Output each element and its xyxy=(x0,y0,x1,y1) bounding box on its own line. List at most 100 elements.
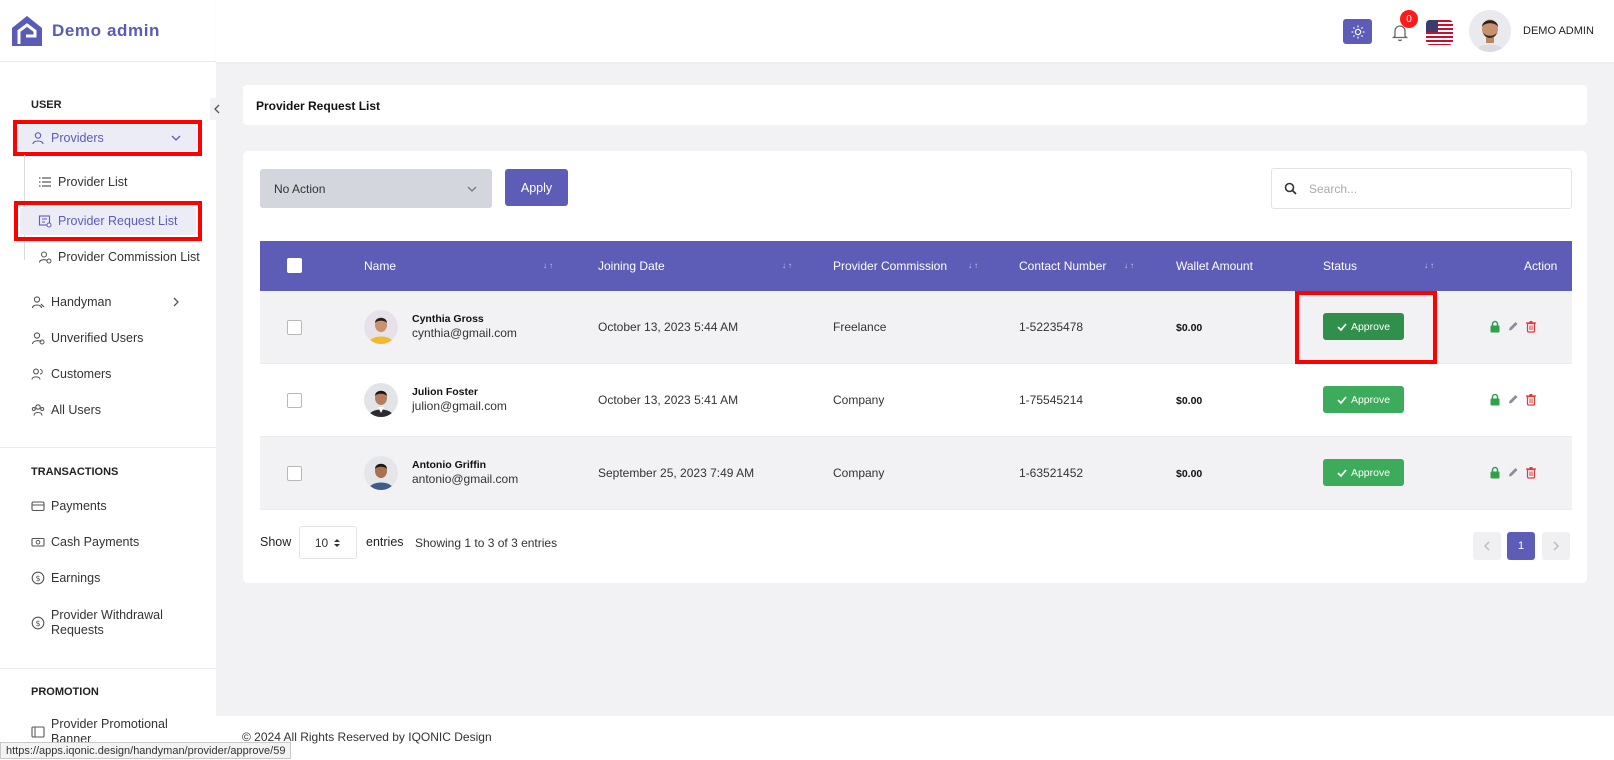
highlight-box-approve xyxy=(1295,291,1437,364)
unverified-user-icon xyxy=(31,332,45,345)
row-checkbox[interactable] xyxy=(287,466,302,481)
check-icon xyxy=(1337,395,1347,404)
avatar[interactable] xyxy=(1469,10,1511,52)
sidebar-item-cash-payments[interactable]: Cash Payments xyxy=(31,535,139,549)
table-info: Showing 1 to 3 of 3 entries xyxy=(415,536,558,550)
sidebar-item-provider-list[interactable]: Provider List xyxy=(38,175,127,189)
sidebar-item-earnings[interactable]: $ Earnings xyxy=(31,571,100,585)
row-checkbox[interactable] xyxy=(287,320,302,335)
entries-label: entries xyxy=(366,535,404,549)
check-icon xyxy=(1337,468,1347,477)
provider-email: cynthia@gmail.com xyxy=(412,326,517,340)
table-header: Name ↓↑ Joining Date ↓↑ Provider Commiss… xyxy=(260,241,1572,291)
section-user: USER xyxy=(31,99,62,111)
notification-badge: 0 xyxy=(1400,10,1418,28)
chevron-right-icon[interactable] xyxy=(170,296,182,308)
brand-name: Demo admin xyxy=(52,20,161,40)
row-actions xyxy=(1489,466,1537,479)
delete-icon[interactable] xyxy=(1525,393,1537,406)
dollar-circle-icon: $ xyxy=(31,616,45,630)
select-all-checkbox[interactable] xyxy=(287,258,302,273)
search-box[interactable] xyxy=(1271,168,1572,209)
edit-icon[interactable] xyxy=(1507,320,1519,333)
sidebar-item-label: Handyman xyxy=(51,295,112,309)
chevron-left-icon xyxy=(214,104,220,114)
table-row: Antonio Griffin antonio@gmail.com Septem… xyxy=(260,437,1572,510)
bulk-action-value: No Action xyxy=(274,181,326,196)
row-actions xyxy=(1489,320,1537,333)
apply-button[interactable]: Apply xyxy=(505,169,568,206)
wallet-amount: $0.00 xyxy=(1176,395,1203,407)
sidebar-collapse-button[interactable] xyxy=(210,98,224,120)
sidebar-item-handyman[interactable]: Handyman xyxy=(31,295,111,309)
sidebar-item-payments[interactable]: Payments xyxy=(31,499,107,513)
edit-icon[interactable] xyxy=(1507,393,1519,406)
commission-icon xyxy=(38,251,52,264)
sidebar-item-all-users[interactable]: All Users xyxy=(31,403,101,417)
approve-button[interactable]: Approve xyxy=(1323,386,1404,413)
chevron-down-icon xyxy=(467,186,477,192)
column-header-contact[interactable]: Contact Number xyxy=(1019,259,1106,273)
sidebar-item-unverified-users[interactable]: Unverified Users xyxy=(31,331,143,345)
column-header-joining-date[interactable]: Joining Date xyxy=(598,259,665,273)
user-name[interactable]: DEMO ADMIN xyxy=(1523,25,1594,37)
sun-icon xyxy=(1351,25,1364,38)
joining-date: October 13, 2023 5:44 AM xyxy=(598,320,739,334)
sort-icon[interactable]: ↓↑ xyxy=(1124,261,1136,270)
pagination-prev-button[interactable] xyxy=(1473,532,1501,560)
approve-label: Approve xyxy=(1350,466,1391,479)
approve-button[interactable]: Approve xyxy=(1323,459,1404,486)
highlight-box-providers xyxy=(13,120,202,156)
sidebar-item-label: Unverified Users xyxy=(51,331,144,345)
avatar xyxy=(364,383,398,417)
sidebar-item-label: Cash Payments xyxy=(51,535,140,549)
highlight-box-request-list xyxy=(14,201,202,241)
sidebar-item-label: Provider Commission List xyxy=(58,250,200,264)
delete-icon[interactable] xyxy=(1525,320,1537,333)
page-footer: © 2024 All Rights Reserved by IQONIC Des… xyxy=(216,716,1614,760)
user-avatar-icon xyxy=(364,383,398,417)
card-icon xyxy=(31,501,45,512)
customers-icon xyxy=(31,368,43,380)
row-checkbox[interactable] xyxy=(287,393,302,408)
language-flag-button[interactable] xyxy=(1426,20,1453,45)
sidebar-item-customers[interactable]: Customers xyxy=(31,367,111,381)
sidebar-item-provider-commission-list[interactable]: Provider Commission List xyxy=(38,250,200,264)
contact-number: 1-63521452 xyxy=(1019,466,1084,480)
sidebar-item-label: Requests xyxy=(51,623,104,637)
brand[interactable]: Demo admin xyxy=(0,0,216,62)
wallet-amount: $0.00 xyxy=(1176,322,1203,334)
column-header-status[interactable]: Status xyxy=(1323,259,1357,273)
delete-icon[interactable] xyxy=(1525,466,1537,479)
pagination-page-button[interactable]: 1 xyxy=(1507,532,1535,560)
chevron-left-icon xyxy=(1484,541,1490,551)
svg-text:$: $ xyxy=(35,574,40,583)
sort-icon[interactable]: ↓↑ xyxy=(968,261,980,270)
banner-icon xyxy=(31,726,45,738)
column-header-commission[interactable]: Provider Commission xyxy=(833,259,947,273)
page-length-select[interactable]: 10 xyxy=(299,526,357,559)
bulk-action-select[interactable]: No Action xyxy=(260,169,492,208)
theme-toggle-button[interactable] xyxy=(1343,19,1372,44)
joining-date: October 13, 2023 5:41 AM xyxy=(598,393,739,407)
sort-icon[interactable]: ↓↑ xyxy=(782,261,794,270)
provider-commission: Company xyxy=(833,466,885,480)
edit-icon[interactable] xyxy=(1507,466,1519,479)
lock-icon[interactable] xyxy=(1489,393,1501,406)
logo-icon xyxy=(12,15,42,46)
provider-commission: Company xyxy=(833,393,885,407)
pagination-next-button[interactable] xyxy=(1542,532,1570,560)
provider-email: antonio@gmail.com xyxy=(412,472,519,486)
sidebar-item-label: All Users xyxy=(51,403,102,417)
search-input[interactable] xyxy=(1309,181,1539,196)
lock-icon[interactable] xyxy=(1489,466,1501,479)
section-transactions: TRANSACTIONS xyxy=(31,466,119,478)
sidebar-item-label: Earnings xyxy=(51,571,101,585)
column-header-name[interactable]: Name xyxy=(364,259,396,273)
column-header-wallet[interactable]: Wallet Amount xyxy=(1176,259,1253,273)
sort-icon[interactable]: ↓↑ xyxy=(1424,261,1436,270)
lock-icon[interactable] xyxy=(1489,320,1501,333)
sidebar-item-provider-withdrawal-requests[interactable]: $ Provider Withdrawal Requests xyxy=(31,608,163,638)
sort-icon[interactable]: ↓↑ xyxy=(543,261,555,270)
sidebar-item-label: Provider Promotional xyxy=(51,717,168,731)
